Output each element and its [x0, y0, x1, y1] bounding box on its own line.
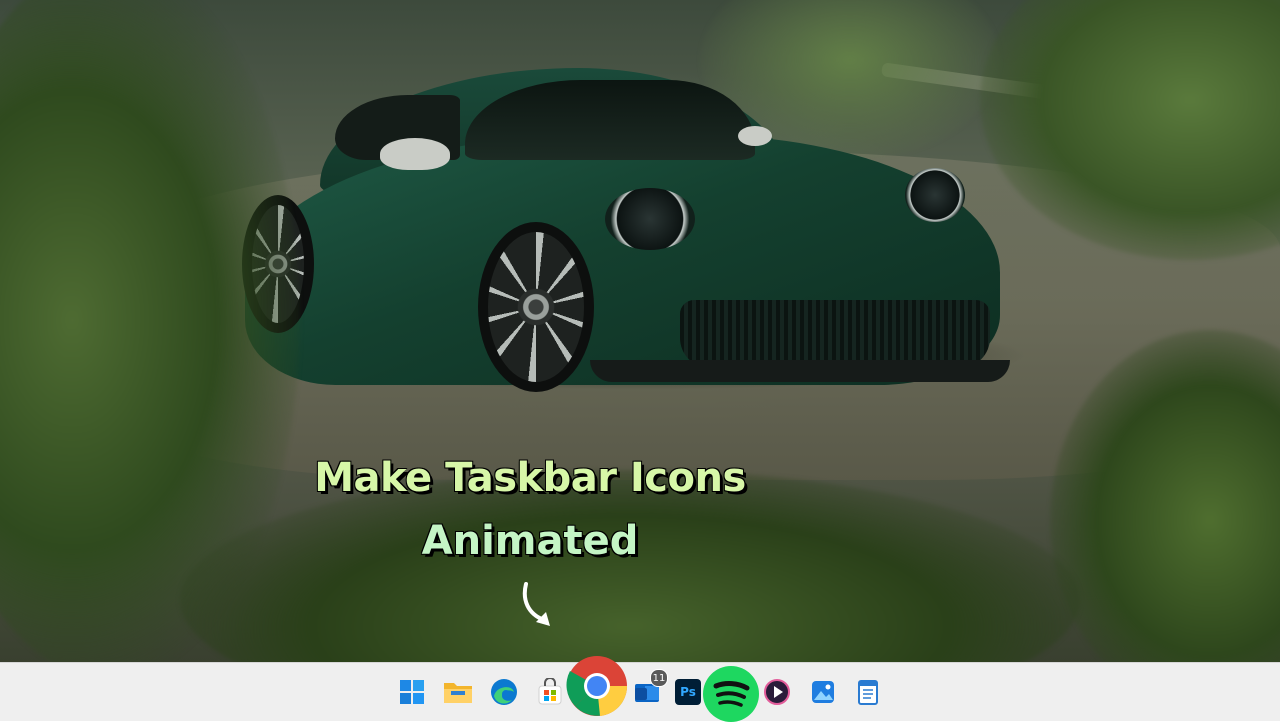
car-headlight: [905, 168, 965, 222]
car-mirror: [380, 138, 450, 170]
overlay-title-line2: Animated: [421, 518, 639, 564]
windows-start-icon: [400, 680, 424, 704]
outlook-unread-badge: 11: [650, 669, 668, 687]
arrow-down-icon: [522, 582, 550, 626]
chrome-icon: [566, 656, 628, 716]
photos-icon: [812, 681, 834, 703]
taskbar-item-photoshop[interactable]: Ps: [673, 677, 703, 707]
taskbar-item-photos[interactable]: [808, 677, 838, 707]
play-icon: [764, 679, 790, 705]
taskbar-item-chrome[interactable]: [566, 655, 628, 717]
taskbar-item-spotify[interactable]: [702, 665, 760, 723]
photoshop-icon-label: Ps: [680, 685, 696, 699]
taskbar-item-outlook[interactable]: 11: [632, 669, 668, 707]
taskbar-item-notepad[interactable]: [853, 677, 883, 707]
car-headlight: [605, 188, 695, 250]
taskbar-item-start[interactable]: [397, 677, 427, 707]
overlay-title-line1: Make Taskbar Icons: [314, 455, 746, 501]
car-grille: [680, 300, 990, 368]
car-mirror: [738, 126, 772, 146]
car-front-wheel: [488, 232, 584, 382]
taskbar-item-media-player[interactable]: [762, 677, 792, 707]
photoshop-icon: Ps: [675, 679, 701, 705]
store-icon: [538, 678, 562, 705]
desktop-wallpaper: Make Taskbar Icons Animated: [0, 0, 1280, 662]
taskbar-item-store[interactable]: [535, 677, 565, 707]
edge-icon: [491, 679, 517, 705]
taskbar-item-file-explorer[interactable]: [443, 677, 473, 707]
folder-icon: [444, 683, 472, 703]
spotify-icon: [703, 666, 759, 722]
notepad-icon: [858, 680, 878, 705]
car-splitter: [590, 360, 1010, 382]
taskbar-item-edge[interactable]: [489, 677, 519, 707]
taskbar: 11 Ps: [0, 656, 1280, 723]
